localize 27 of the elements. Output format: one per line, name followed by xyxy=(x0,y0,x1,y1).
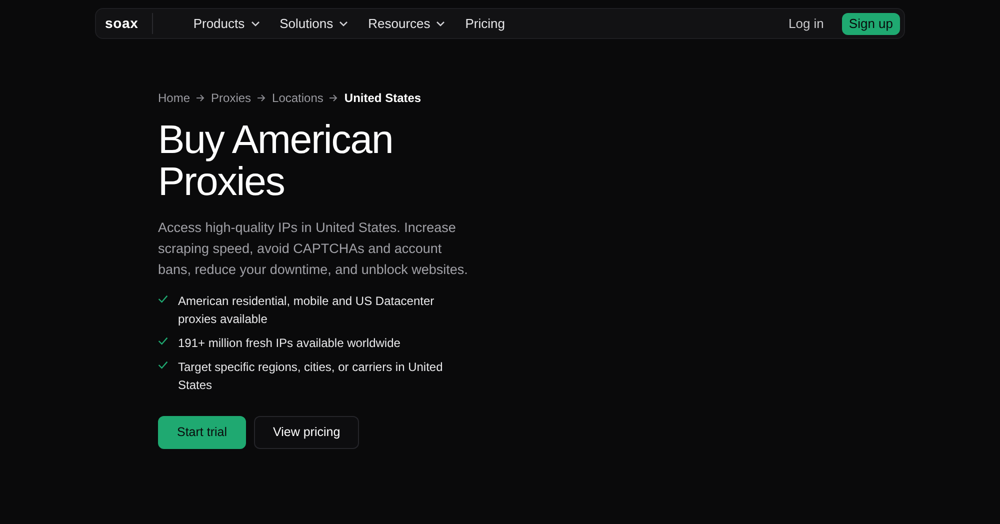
breadcrumb-link[interactable]: Locations xyxy=(272,89,324,107)
description: Access high-quality IPs in United States. Increase scraping speed, avoid CAPTCHAs and account bans, reduce your downtime, and unblock websites. xyxy=(158,219,469,279)
start-trial-button[interactable]: Start trial xyxy=(158,416,246,449)
nav-menu[interactable]: Solutions xyxy=(280,14,348,34)
view-pricing-button[interactable]: View pricing xyxy=(254,416,360,449)
feature-text: 191+ million fresh IPs available worldwide xyxy=(178,335,402,352)
breadcrumb-link[interactable]: Proxies xyxy=(211,89,252,107)
feature-text: American residential, mobile and US Datacenter proxies available xyxy=(178,293,436,328)
check-icon xyxy=(158,337,168,345)
chevron-down-icon xyxy=(436,20,446,26)
page-heading: Buy American Proxies xyxy=(158,119,394,203)
arrow-right-icon xyxy=(196,94,206,102)
feature-text: Target specific regions, cities, or carriers in United States xyxy=(178,359,444,394)
login-link[interactable]: Log in xyxy=(788,14,824,34)
nav-link[interactable]: Pricing xyxy=(465,14,505,34)
breadcrumb-link[interactable]: United States xyxy=(344,89,422,107)
chevron-down-icon xyxy=(339,20,348,26)
breadcrumb-link[interactable]: Home xyxy=(158,89,190,107)
nav-menu[interactable]: Resources xyxy=(368,14,446,34)
nav-menu[interactable]: Products xyxy=(193,14,260,34)
check-icon xyxy=(158,361,168,369)
logo[interactable]: soax xyxy=(105,13,154,34)
arrow-right-icon xyxy=(329,94,338,102)
signup-button[interactable]: Sign up xyxy=(842,12,900,34)
arrow-right-icon xyxy=(257,94,266,102)
chevron-down-icon xyxy=(250,20,260,26)
check-icon xyxy=(158,295,168,303)
